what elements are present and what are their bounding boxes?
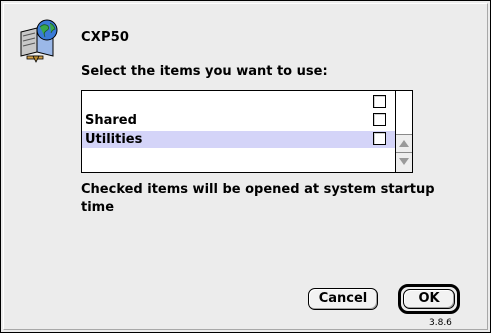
list-item-label: Shared [85, 113, 137, 128]
version-label: 3.8.6 [429, 318, 452, 328]
items-listbox[interactable]: Shared Utilities [81, 90, 413, 173]
item-checkbox[interactable] [373, 113, 386, 126]
item-checkbox[interactable] [373, 95, 386, 108]
list-rows: Shared Utilities [82, 91, 395, 172]
instruction-text: Select the items you want to use: [81, 64, 328, 79]
up-arrow-icon [399, 140, 409, 147]
ok-button[interactable]: OK [403, 289, 455, 309]
scroll-track[interactable] [396, 91, 412, 134]
dialog-window: CXP50 Select the items you want to use: … [0, 0, 491, 333]
list-item-label: Utilities [85, 132, 143, 147]
app-globe-folder-icon [20, 19, 58, 63]
scroll-down-button[interactable] [396, 153, 412, 172]
dialog-title: CXP50 [81, 30, 130, 45]
scroll-up-button[interactable] [396, 134, 412, 153]
list-item[interactable] [82, 94, 395, 111]
startup-note: Checked items will be opened at system s… [81, 182, 435, 215]
down-arrow-icon [399, 158, 409, 165]
item-checkbox[interactable] [373, 132, 386, 145]
list-item-utilities[interactable]: Utilities [82, 131, 395, 148]
default-button-ring: OK [398, 284, 460, 314]
list-scrollbar[interactable] [395, 91, 412, 172]
list-item-shared[interactable]: Shared [82, 112, 395, 129]
cancel-button[interactable]: Cancel [308, 288, 378, 310]
